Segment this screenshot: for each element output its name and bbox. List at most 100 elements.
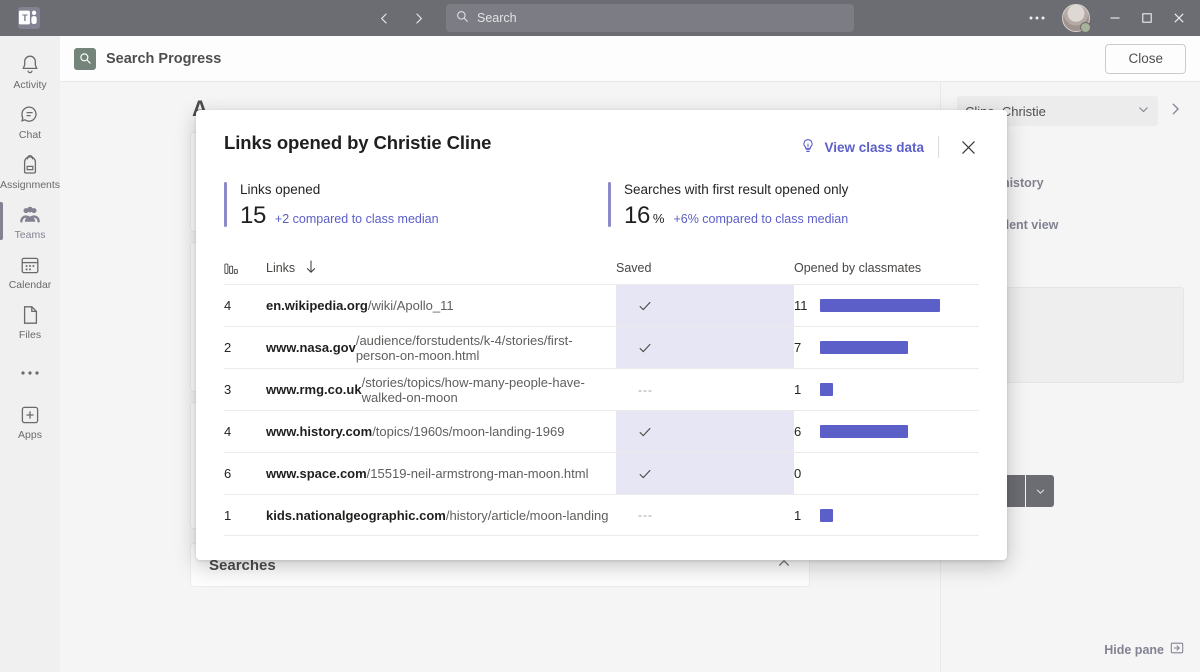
hide-pane-icon [1170, 641, 1184, 658]
row-saved [616, 285, 794, 326]
row-peers-bar [820, 341, 908, 354]
dialog-close-button[interactable] [953, 132, 983, 162]
row-peers: 7 [794, 327, 979, 368]
table-row[interactable]: 4 en.wikipedia.org/wiki/Apollo_11 11 [224, 284, 979, 326]
stat-links-opened: Links opened 15 +2 compared to class med… [224, 180, 608, 230]
checkmark-icon [638, 341, 652, 355]
row-saved [616, 327, 794, 368]
nav-back-button[interactable] [370, 4, 398, 32]
minimize-icon[interactable] [1100, 3, 1130, 33]
row-rank: 4 [224, 424, 232, 439]
sidebar-item-activity[interactable]: Activity [0, 46, 60, 96]
row-saved: --- [616, 495, 794, 535]
row-peers-bar [820, 508, 833, 522]
sidebar-item-label: Teams [14, 229, 46, 241]
row-saved [616, 453, 794, 494]
row-peers-count: 1 [794, 382, 802, 397]
calendar-icon [18, 253, 42, 277]
column-header-links-label: Links [266, 261, 296, 275]
search-placeholder-text: Search [477, 11, 517, 25]
sidebar-item-label: Activity [13, 79, 47, 91]
sidebar-item-assignments[interactable]: Assignments [0, 146, 60, 196]
table-row[interactable]: 6 www.space.com/15519-neil-armstrong-man-… [224, 452, 979, 494]
sidebar-item-label: Apps [18, 429, 42, 441]
nav-forward-button[interactable] [404, 4, 432, 32]
row-rank: 4 [224, 298, 232, 313]
row-rank: 2 [224, 340, 232, 355]
table-header-row: Links Saved Opened by classmates [224, 252, 979, 284]
hide-pane-button[interactable]: Hide pane [1104, 641, 1184, 658]
column-header-saved[interactable]: Saved [616, 261, 794, 275]
search-progress-icon [74, 47, 96, 70]
column-header-links[interactable]: Links [266, 259, 616, 277]
view-class-data-label: View class data [824, 139, 924, 155]
row-rank: 3 [224, 382, 232, 397]
row-rank: 6 [224, 466, 232, 481]
row-link[interactable]: www.nasa.gov/audience/forstudents/k-4/st… [266, 327, 616, 368]
row-link[interactable]: www.rmg.co.uk/stories/topics/how-many-pe… [266, 369, 616, 410]
row-peers: 6 [794, 411, 979, 452]
close-button[interactable]: Close [1105, 43, 1186, 74]
arrow-down-icon [305, 259, 317, 277]
next-student-button[interactable] [1166, 102, 1184, 121]
row-link[interactable]: kids.nationalgeographic.com/history/arti… [266, 495, 616, 535]
row-peers-count: 6 [794, 424, 802, 439]
stat-first-result-only: Searches with first result opened only 1… [608, 180, 848, 230]
sidebar-item-teams[interactable]: Teams [0, 196, 60, 246]
window-controls [1022, 3, 1200, 33]
maximize-icon[interactable] [1132, 3, 1162, 33]
sidebar-more-apps-icon[interactable] [21, 346, 39, 396]
dialog-header: Links opened by Christie Cline View clas… [196, 110, 1007, 162]
app-header: Search Progress Close [60, 36, 1200, 82]
row-peers: 1 [794, 495, 979, 535]
bell-icon [18, 53, 42, 77]
file-icon [18, 303, 42, 327]
table-row[interactable]: 1 kids.nationalgeographic.com/history/art… [224, 494, 979, 536]
row-peers-bar [820, 425, 908, 438]
return-options-chevron-down-icon[interactable] [1026, 475, 1054, 507]
row-rank: 1 [224, 507, 232, 523]
lightbulb-icon [800, 138, 816, 157]
close-icon[interactable] [1164, 3, 1194, 33]
hide-pane-label: Hide pane [1104, 642, 1164, 657]
row-saved-none: --- [638, 508, 653, 522]
bar-chart-icon [224, 261, 266, 276]
view-class-data-button[interactable]: View class data [800, 138, 924, 157]
page-title: Search Progress [106, 50, 222, 67]
row-saved-none: --- [638, 382, 653, 397]
table-row[interactable]: 2 www.nasa.gov/audience/forstudents/k-4/s… [224, 326, 979, 368]
row-link[interactable]: www.space.com/15519-neil-armstrong-man-m… [266, 453, 616, 494]
people-icon [18, 203, 42, 227]
divider [938, 136, 939, 158]
stat-value: 16 [624, 202, 650, 229]
avatar[interactable] [1062, 4, 1091, 33]
stat-label: Links opened [240, 182, 321, 197]
summary-stats: Links opened 15 +2 compared to class med… [196, 162, 1007, 230]
row-link[interactable]: en.wikipedia.org/wiki/Apollo_11 [266, 285, 616, 326]
search-input[interactable]: Search [446, 4, 854, 32]
table-row[interactable]: 4 www.history.com/topics/1960s/moon-landi… [224, 410, 979, 452]
dialog-header-actions: View class data [800, 132, 983, 162]
sidebar-item-chat[interactable]: Chat [0, 96, 60, 146]
row-link[interactable]: www.history.com/topics/1960s/moon-landin… [266, 411, 616, 452]
stat-comparison: +2 compared to class median [274, 212, 439, 226]
row-peers-bar [820, 383, 833, 396]
sidebar-item-calendar[interactable]: Calendar [0, 246, 60, 296]
row-peers-count: 7 [794, 340, 802, 355]
row-peers-count: 11 [794, 298, 808, 313]
checkmark-icon [638, 425, 652, 439]
sidebar-item-apps[interactable]: Apps [0, 396, 60, 446]
row-peers: 0 [794, 453, 979, 494]
sidebar-item-files[interactable]: Files [0, 296, 60, 346]
column-header-peers[interactable]: Opened by classmates [794, 261, 979, 275]
window-titlebar: T Search [0, 0, 1200, 36]
plus-box-icon [18, 403, 42, 427]
ellipsis-icon[interactable] [1022, 3, 1052, 33]
sidebar-item-label: Calendar [8, 279, 52, 291]
stat-comparison: +6% compared to class median [673, 212, 849, 226]
checkmark-icon [638, 299, 652, 313]
row-peers-bar [820, 299, 940, 312]
chevron-down-icon[interactable] [1137, 103, 1150, 119]
dialog-title: Links opened by Christie Cline [224, 132, 492, 153]
table-row[interactable]: 3 www.rmg.co.uk/stories/topics/how-many-p… [224, 368, 979, 410]
